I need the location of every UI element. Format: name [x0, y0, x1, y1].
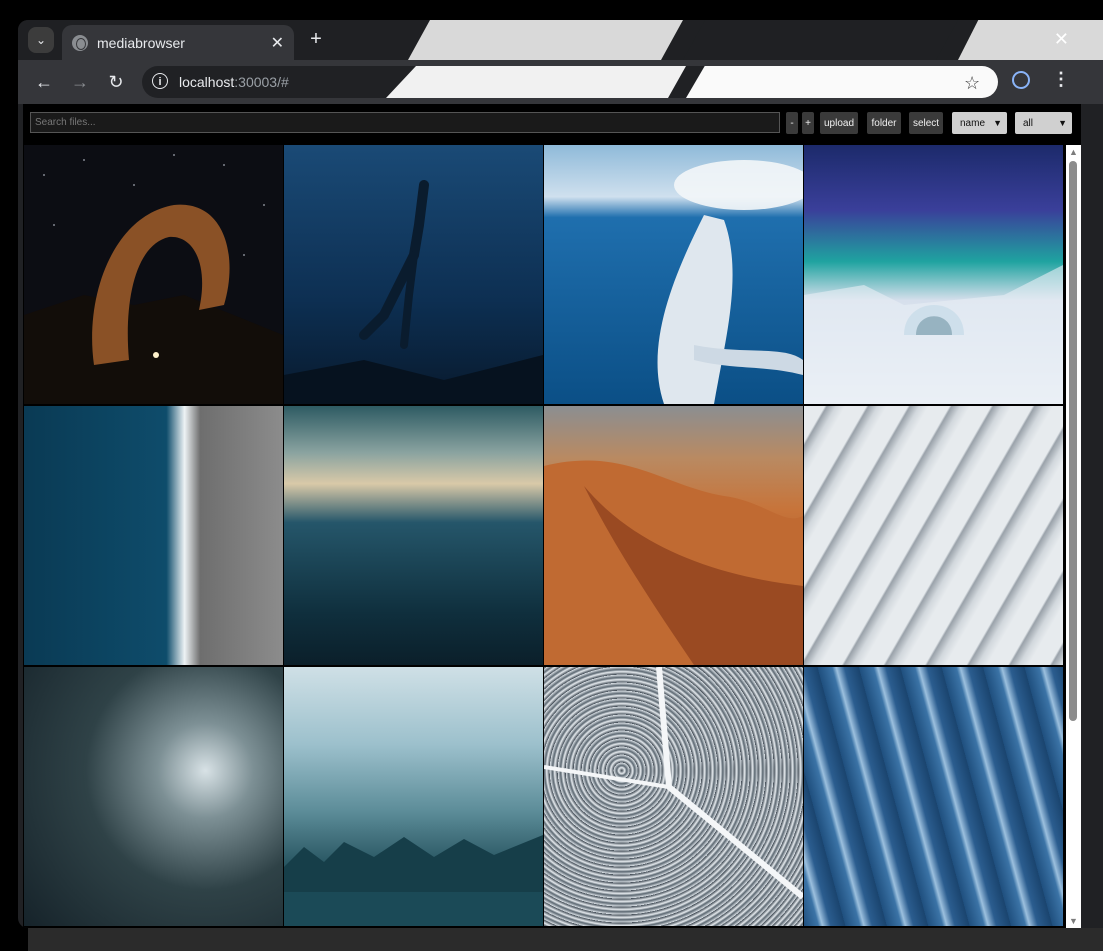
- url-host: localhost: [179, 74, 235, 90]
- select-button[interactable]: select: [909, 112, 943, 134]
- bookmark-star-icon[interactable]: ☆: [964, 73, 980, 94]
- site-info-icon[interactable]: i: [152, 73, 168, 89]
- upload-button[interactable]: upload: [820, 112, 858, 134]
- image-thumbnail[interactable]: [804, 406, 1063, 665]
- new-tab-button[interactable]: +: [304, 28, 328, 52]
- image-thumbnail[interactable]: [284, 406, 543, 665]
- tab-close-icon[interactable]: ✕: [271, 33, 284, 53]
- forward-icon[interactable]: →: [68, 70, 92, 94]
- chevron-down-icon: ▼: [1058, 118, 1067, 128]
- address-bar[interactable]: i localhost:30003/# ☆: [142, 66, 998, 98]
- filter-select-value: all: [1023, 117, 1034, 129]
- humpback-whale-image: [657, 160, 803, 404]
- image-thumbnail[interactable]: [24, 406, 283, 665]
- image-thumbnail[interactable]: [284, 145, 543, 404]
- zoom-out-button[interactable]: -: [786, 112, 798, 134]
- profile-icon[interactable]: [1012, 71, 1030, 89]
- app-page: - + upload folder select name ▼ all ▼: [23, 104, 1081, 928]
- image-thumbnail[interactable]: [24, 667, 283, 926]
- image-thumbnail[interactable]: [24, 145, 283, 404]
- image-grid: [24, 145, 1064, 928]
- window-close-button[interactable]: ✕: [1054, 28, 1069, 50]
- filter-select[interactable]: all ▼: [1015, 112, 1072, 134]
- page-scrollbar[interactable]: ▲ ▼: [1066, 145, 1081, 928]
- sort-select-value: name: [960, 117, 986, 129]
- screen-glare: [958, 20, 1103, 60]
- sort-select[interactable]: name ▼: [952, 112, 1007, 134]
- underwater-diver-image: [284, 180, 543, 404]
- tab-title: mediabrowser: [97, 34, 185, 51]
- image-thumbnail[interactable]: [804, 667, 1063, 926]
- desktop-top: [0, 0, 1103, 20]
- tab-search-button[interactable]: ⌄: [28, 27, 54, 53]
- scrollbar-thumb[interactable]: [1069, 161, 1077, 721]
- image-thumbnail[interactable]: [544, 667, 803, 926]
- folder-button[interactable]: folder: [867, 112, 901, 134]
- tab-strip: ⌄ mediabrowser ✕ + ✕: [18, 20, 1103, 60]
- browser-window: ⌄ mediabrowser ✕ + ✕ ← → ↻ i localhost:3…: [18, 20, 1103, 928]
- chevron-down-icon: ▼: [993, 118, 1002, 128]
- arch-under-milky-way-image: [24, 145, 283, 404]
- desert-dunes-image: [544, 460, 803, 665]
- search-input[interactable]: [30, 112, 780, 133]
- back-icon[interactable]: ←: [32, 70, 56, 94]
- desktop-taskbar: [0, 928, 1103, 951]
- url-path: :30003/#: [234, 74, 289, 90]
- url-text: localhost:30003/#: [179, 74, 289, 90]
- globe-icon: [72, 34, 88, 51]
- screen-glare: [408, 20, 683, 60]
- scroll-up-icon[interactable]: ▲: [1069, 147, 1078, 157]
- tab-mediabrowser[interactable]: mediabrowser ✕: [62, 25, 294, 60]
- app-toolbar: - + upload folder select name ▼ all ▼: [23, 104, 1081, 144]
- image-thumbnail[interactable]: [544, 145, 803, 404]
- image-thumbnail[interactable]: [544, 406, 803, 665]
- image-thumbnail[interactable]: [284, 667, 543, 926]
- browser-menu-icon[interactable]: ⋮: [1052, 69, 1070, 90]
- scroll-down-icon[interactable]: ▼: [1069, 916, 1078, 926]
- screen-glare: [686, 66, 998, 98]
- image-thumbnail[interactable]: [804, 145, 1063, 404]
- reload-icon[interactable]: ↻: [104, 70, 128, 94]
- aurora-ice-hotel-image: [804, 265, 1063, 404]
- misty-forest-image: [284, 835, 543, 926]
- screen-glare: [386, 66, 686, 98]
- desktop-corner: [0, 928, 28, 951]
- snowy-forest-image: [544, 667, 803, 900]
- zoom-in-button[interactable]: +: [802, 112, 814, 134]
- browser-toolbar: ← → ↻ i localhost:30003/# ☆ ⋮: [18, 60, 1103, 104]
- screen-glare-gap: [683, 20, 958, 60]
